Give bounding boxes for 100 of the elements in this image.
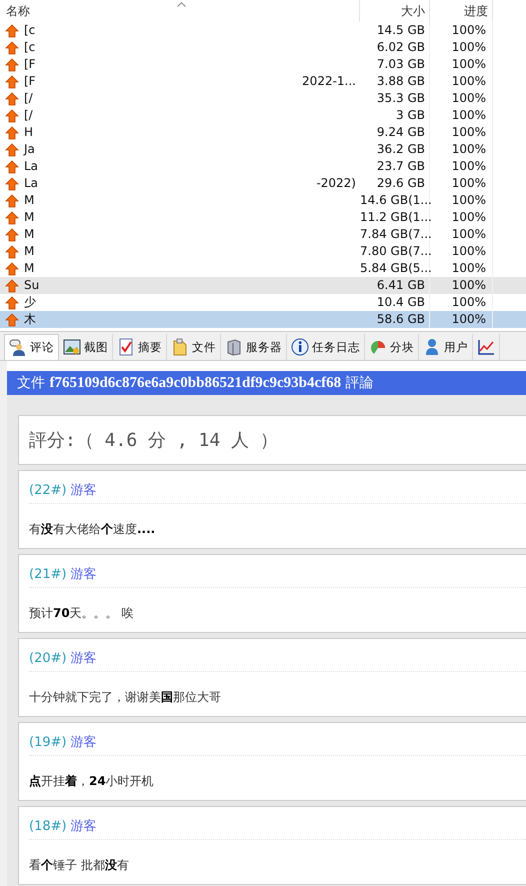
comment-number: (21#) bbox=[29, 567, 67, 582]
line-chart-icon bbox=[477, 338, 495, 356]
file-row[interactable]: [c 14.5 GB 100% bbox=[0, 22, 526, 39]
file-row[interactable]: [F 7.03 GB 100% bbox=[0, 56, 526, 73]
tab[interactable]: 用户 bbox=[419, 334, 473, 360]
progress-text: 100% bbox=[452, 193, 486, 207]
file-name: La bbox=[24, 175, 40, 192]
file-size: 14.5 GB bbox=[376, 23, 425, 37]
upload-arrow-icon bbox=[5, 92, 19, 106]
file-row[interactable]: [/ 35.3 GB 100% bbox=[0, 90, 526, 107]
file-size: 9.24 GB bbox=[376, 125, 425, 139]
file-name: 木 bbox=[24, 311, 37, 328]
upload-arrow-icon bbox=[5, 176, 19, 190]
upload-arrow-icon bbox=[5, 108, 19, 122]
document-icon bbox=[171, 338, 189, 356]
comment-author[interactable]: 游客 bbox=[70, 481, 97, 499]
file-row[interactable]: M 7.84 GB(7... 100% bbox=[0, 226, 526, 243]
column-header[interactable]: 进度 bbox=[430, 0, 493, 22]
tab[interactable]: 摘要 bbox=[113, 334, 167, 360]
column-header[interactable]: 名称 bbox=[0, 0, 360, 22]
file-row[interactable]: H 9.24 GB 100% bbox=[0, 124, 526, 141]
file-size: 5.84 GB(5... bbox=[360, 261, 432, 275]
progress-text: 100% bbox=[452, 159, 486, 173]
upload-arrow-icon bbox=[5, 24, 19, 38]
tab[interactable]: 截图 bbox=[59, 334, 113, 360]
file-row[interactable]: [c 6.02 GB 100% bbox=[0, 39, 526, 56]
upload-arrow-icon bbox=[5, 296, 19, 310]
file-name: [F bbox=[24, 73, 37, 90]
file-size: 14.6 GB(1... bbox=[360, 193, 432, 207]
file-name: Su bbox=[24, 277, 40, 294]
file-name: M bbox=[24, 243, 36, 260]
progress-text: 100% bbox=[452, 108, 486, 122]
progress-text: 100% bbox=[452, 295, 486, 309]
file-size: 29.6 GB bbox=[376, 176, 425, 190]
comment-author[interactable]: 游客 bbox=[70, 733, 97, 751]
file-row[interactable]: M 7.80 GB(7... 100% bbox=[0, 243, 526, 260]
tab[interactable]: 任务日志 bbox=[287, 334, 365, 360]
file-name: M bbox=[24, 226, 36, 243]
file-size: 10.4 GB bbox=[376, 295, 425, 309]
file-size: 35.3 GB bbox=[376, 91, 425, 105]
file-row[interactable]: La 23.7 GB 100% bbox=[0, 158, 526, 175]
comment-author[interactable]: 游客 bbox=[70, 817, 97, 835]
file-row[interactable]: Su 6.41 GB 100% bbox=[0, 277, 526, 294]
pie-chart-icon bbox=[369, 338, 387, 356]
file-row[interactable]: M 11.2 GB(1... 100% bbox=[0, 209, 526, 226]
upload-arrow-icon bbox=[5, 58, 19, 72]
comment-number: (20#) bbox=[29, 651, 67, 666]
comment-author[interactable]: 游客 bbox=[70, 565, 97, 583]
comment-text: 预计70天。。。 唉 bbox=[29, 606, 134, 620]
file-size: 36.2 GB bbox=[376, 142, 425, 156]
file-size: 3.88 GB bbox=[376, 74, 425, 88]
progress-text: 100% bbox=[452, 210, 486, 224]
file-name: [c bbox=[24, 22, 36, 39]
user-icon bbox=[423, 338, 441, 356]
tab[interactable]: 分块 bbox=[365, 334, 419, 360]
sort-caret-icon bbox=[177, 2, 186, 7]
progress-text: 100% bbox=[452, 244, 486, 258]
tab[interactable]: 文件 bbox=[167, 334, 221, 360]
file-row[interactable]: [/ 3 GB 100% bbox=[0, 107, 526, 124]
comment-number: (19#) bbox=[29, 735, 67, 750]
file-name: -2022) bbox=[316, 175, 357, 192]
comment-text: 点开挂着，24小时开机 bbox=[29, 774, 154, 788]
tab[interactable]: 评论 bbox=[4, 334, 59, 360]
upload-arrow-icon bbox=[5, 210, 19, 224]
progress-text: 100% bbox=[452, 176, 486, 190]
file-name: [c bbox=[24, 39, 36, 56]
progress-text: 100% bbox=[452, 23, 486, 37]
file-row[interactable]: La -2022) 29.6 GB 100% bbox=[0, 175, 526, 192]
file-size: 6.02 GB bbox=[376, 40, 425, 54]
upload-arrow-icon bbox=[5, 74, 19, 88]
file-name: [/ bbox=[24, 107, 34, 124]
tab[interactable]: 服务器 bbox=[221, 334, 287, 360]
upload-arrow-icon bbox=[5, 160, 19, 174]
file-row[interactable]: Ja 36.2 GB 100% bbox=[0, 141, 526, 158]
progress-text: 100% bbox=[452, 227, 486, 241]
file-row[interactable]: M 14.6 GB(1... 100% bbox=[0, 192, 526, 209]
progress-text: 100% bbox=[452, 125, 486, 139]
progress-text: 100% bbox=[452, 261, 486, 275]
progress-text: 100% bbox=[452, 91, 486, 105]
progress-text: 100% bbox=[452, 142, 486, 156]
file-row[interactable]: 木 58.6 GB 100% bbox=[0, 311, 526, 328]
file-name: Ja bbox=[24, 141, 36, 158]
file-size: 7.03 GB bbox=[376, 57, 425, 71]
column-header[interactable]: 大小 bbox=[360, 0, 430, 22]
file-size: 7.84 GB(7... bbox=[360, 227, 432, 241]
file-name: [/ bbox=[24, 90, 34, 107]
comment-author[interactable]: 游客 bbox=[70, 649, 97, 667]
upload-arrow-icon bbox=[5, 194, 19, 208]
rating-text: 評分:（ 4.6 分 , 14 人 ） bbox=[29, 429, 278, 452]
file-name: La bbox=[24, 158, 40, 175]
comment-text: 有没有大佬给个速度.... bbox=[29, 522, 156, 536]
progress-text: 100% bbox=[452, 312, 486, 326]
info-icon bbox=[291, 338, 309, 356]
file-size: 11.2 GB(1... bbox=[360, 210, 432, 224]
upload-arrow-icon bbox=[5, 40, 19, 54]
upload-arrow-icon bbox=[5, 278, 19, 292]
comments-title: 文件 f765109d6c876e6a9c0bb86521df9c9c93b4cf68 評論 bbox=[7, 371, 526, 395]
file-row[interactable]: [F 2022-1... 3.88 GB 100% bbox=[0, 73, 526, 90]
person-bubble-icon bbox=[9, 338, 27, 356]
upload-arrow-icon bbox=[5, 228, 19, 242]
